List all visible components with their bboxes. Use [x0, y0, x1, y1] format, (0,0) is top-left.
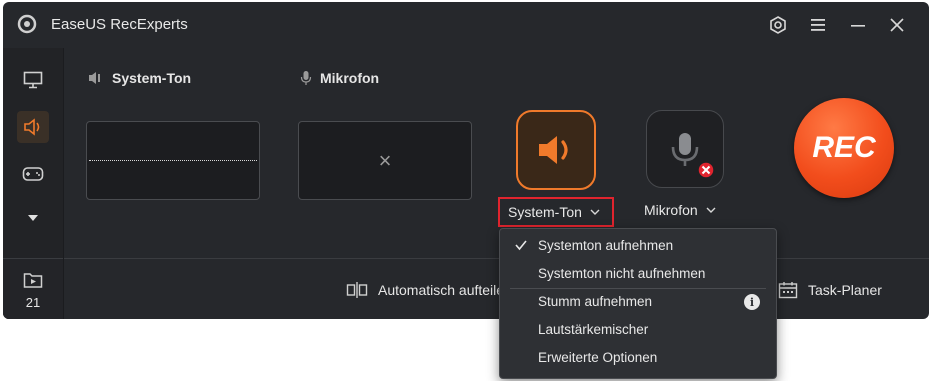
menu-button[interactable] — [805, 12, 831, 38]
chevron-down-icon — [590, 209, 600, 215]
settings-button[interactable] — [765, 12, 791, 38]
task-planner-label: Task-Planer — [808, 282, 882, 298]
audio-level-line — [89, 160, 257, 161]
audio-settings-area: System-Ton Mikrofon × System-Ton Mikrofo… — [64, 48, 929, 258]
calendar-icon — [778, 282, 798, 299]
menu-item-volume-mixer[interactable]: Lautstärkemischer — [500, 316, 776, 344]
hamburger-icon — [811, 19, 825, 31]
microphone-toggle-button[interactable] — [646, 110, 724, 188]
gamepad-icon — [22, 167, 44, 181]
app-window: EaseUS RecExperts 21 System-Ton Mikrofon… — [3, 2, 929, 319]
record-button[interactable]: REC — [794, 98, 894, 198]
menu-item-record-system-audio[interactable]: Systemton aufnehmen — [500, 232, 776, 260]
menu-item-label: Systemton aufnehmen — [538, 238, 674, 253]
system-audio-dropdown-label: System-Ton — [508, 204, 582, 220]
menu-item-label: Erweiterte Optionen — [538, 350, 658, 365]
bottom-toolbar: Automatisch aufteilen Task-Planer — [64, 258, 929, 319]
microphone-icon — [300, 71, 312, 85]
monitor-icon — [23, 71, 43, 89]
checkmark-icon — [515, 240, 527, 251]
mode-sidebar: 21 — [3, 48, 64, 319]
hexagon-settings-icon — [770, 16, 786, 34]
split-icon — [346, 282, 368, 298]
speaker-icon — [89, 72, 100, 84]
close-icon — [890, 18, 904, 32]
sidebar-item-screen[interactable] — [17, 64, 49, 96]
app-logo-icon — [17, 14, 37, 34]
speaker-icon — [539, 136, 568, 164]
minimize-icon — [851, 25, 865, 27]
microphone-dropdown[interactable]: Mikrofon — [644, 202, 716, 218]
menu-item-record-muted[interactable]: Stumm aufnehmen i — [500, 288, 776, 316]
auto-split-button[interactable]: Automatisch aufteilen — [346, 281, 512, 299]
sidebar-more-button[interactable] — [17, 202, 49, 234]
folder-play-icon — [23, 273, 43, 288]
task-planner-button[interactable]: Task-Planer — [778, 281, 882, 299]
system-audio-menu: Systemton aufnehmen Systemton nicht aufn… — [499, 228, 777, 379]
microphone-dropdown-label: Mikrofon — [644, 202, 698, 218]
system-audio-dropdown[interactable]: System-Ton — [498, 197, 614, 227]
info-icon[interactable]: i — [744, 294, 760, 310]
caret-down-icon — [28, 215, 38, 221]
system-audio-heading: System-Ton — [88, 70, 191, 86]
minimize-button[interactable] — [845, 12, 871, 38]
sidebar-item-game[interactable] — [17, 158, 49, 190]
speaker-icon — [24, 118, 40, 136]
error-badge-icon — [697, 161, 715, 179]
menu-item-label: Systemton nicht aufnehmen — [538, 266, 706, 281]
sidebar-item-audio[interactable] — [17, 111, 49, 143]
menu-item-label: Lautstärkemischer — [538, 322, 649, 337]
microphone-heading-label: Mikrofon — [320, 70, 380, 86]
close-button[interactable] — [884, 12, 910, 38]
menu-item-advanced-options[interactable]: Erweiterte Optionen — [500, 344, 776, 372]
microphone-heading: Mikrofon — [300, 70, 379, 86]
menu-item-label: Stumm aufnehmen — [538, 294, 653, 309]
microphone-disabled-mark: × — [378, 148, 392, 173]
title-bar: EaseUS RecExperts — [3, 2, 929, 48]
microphone-level-panel: × — [298, 121, 472, 200]
system-audio-toggle-button[interactable] — [516, 110, 596, 190]
menu-item-no-system-audio[interactable]: Systemton nicht aufnehmen — [500, 260, 776, 288]
recordings-count: 21 — [25, 295, 41, 310]
app-title: EaseUS RecExperts — [51, 16, 188, 33]
recordings-folder-button[interactable]: 21 — [3, 258, 63, 319]
system-audio-heading-label: System-Ton — [112, 70, 192, 86]
system-audio-level-panel — [86, 121, 260, 200]
auto-split-label: Automatisch aufteilen — [378, 282, 512, 298]
chevron-down-icon — [706, 207, 716, 213]
